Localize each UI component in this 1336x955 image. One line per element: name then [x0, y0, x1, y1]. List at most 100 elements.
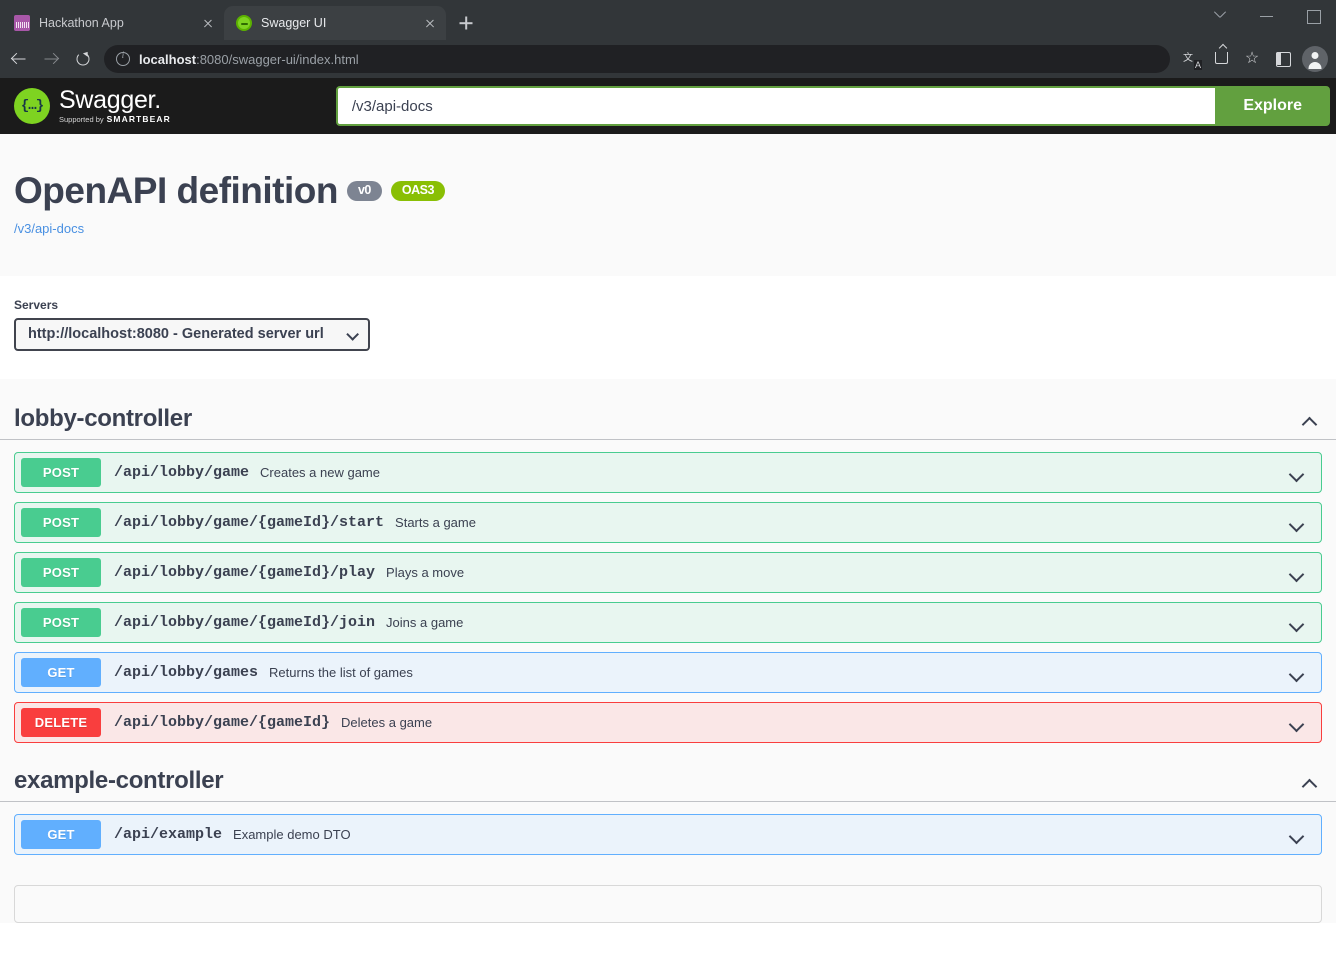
operation-row[interactable]: POST /api/lobby/game Creates a new game — [14, 452, 1322, 493]
operation-path: /api/lobby/game/{gameId}/play — [114, 564, 376, 581]
servers-label: Servers — [14, 298, 59, 312]
swagger-wordmark-dot: . — [154, 86, 161, 115]
operation-row-partial[interactable] — [14, 885, 1322, 923]
method-badge: DELETE — [21, 708, 101, 737]
reload-button[interactable] — [68, 44, 98, 74]
operation-path: /api/lobby/game/{gameId}/join — [114, 614, 376, 631]
operation-path: /api/lobby/game/{gameId} — [114, 714, 331, 731]
close-icon[interactable] — [421, 15, 438, 32]
browser-tabstrip: Hackathon App Swagger UI — [0, 0, 1336, 40]
chevron-down-icon[interactable] — [1289, 517, 1309, 529]
operation-summary: Returns the list of games — [269, 665, 413, 680]
supported-by-label: Supported by — [59, 114, 104, 124]
window-controls — [1198, 0, 1336, 32]
hackathon-favicon — [14, 15, 30, 31]
swagger-favicon — [236, 15, 252, 31]
chevron-down-icon[interactable] — [1198, 0, 1244, 32]
operation-row[interactable]: GET /api/example Example demo DTO — [14, 814, 1322, 855]
close-icon[interactable] — [199, 15, 216, 32]
operation-path: /api/lobby/game — [114, 464, 250, 481]
swagger-supported-by: Supported by SMARTBEAR — [59, 115, 171, 124]
new-tab-button[interactable] — [452, 9, 480, 37]
chevron-down-icon[interactable] — [1289, 717, 1309, 729]
profile-avatar[interactable] — [1302, 46, 1328, 72]
operation-list-partial — [0, 885, 1336, 923]
share-button[interactable] — [1208, 45, 1236, 73]
url-path: :8080/swagger-ui/index.html — [196, 51, 359, 67]
operation-list-lobby-controller: POST /api/lobby/game Creates a new game … — [0, 452, 1336, 743]
operation-row[interactable]: POST /api/lobby/game/{gameId}/join Joins… — [14, 602, 1322, 643]
swagger-explore-form: Explore — [335, 86, 1336, 126]
operation-row[interactable]: GET /api/lobby/games Returns the list of… — [14, 652, 1322, 693]
chevron-up-icon[interactable] — [1302, 413, 1322, 425]
section-header-lobby-controller[interactable]: lobby-controller — [0, 405, 1336, 440]
method-badge: GET — [21, 820, 101, 849]
oas-badge: OAS3 — [390, 181, 445, 201]
operation-path: /api/example — [114, 826, 223, 843]
address-bar-url: localhost:8080/swagger-ui/index.html — [139, 52, 359, 67]
operation-row[interactable]: POST /api/lobby/game/{gameId}/play Plays… — [14, 552, 1322, 593]
back-button[interactable] — [4, 44, 34, 74]
chevron-down-icon[interactable] — [1289, 617, 1309, 629]
arrow-left-icon — [12, 53, 26, 66]
method-badge: POST — [21, 508, 101, 537]
method-badge: POST — [21, 608, 101, 637]
section-header-example-controller[interactable]: example-controller — [0, 767, 1336, 802]
reload-icon — [76, 52, 90, 66]
operation-path: /api/lobby/games — [114, 664, 259, 681]
browser-chrome: Hackathon App Swagger UI localhost:8080/… — [0, 0, 1336, 78]
chevron-up-icon[interactable] — [1302, 775, 1322, 787]
info-icon[interactable] — [116, 51, 130, 66]
version-badge: v0 — [346, 181, 382, 201]
maximize-icon[interactable] — [1290, 0, 1336, 32]
operation-row[interactable]: DELETE /api/lobby/game/{gameId} Deletes … — [14, 702, 1322, 743]
server-select[interactable]: http://localhost:8080 - Generated server… — [14, 318, 370, 351]
section-title: lobby-controller — [14, 405, 192, 432]
swagger-logo-icon: {…} — [14, 88, 50, 124]
operation-list-example-controller: GET /api/example Example demo DTO — [0, 814, 1336, 855]
servers-band: Servers http://localhost:8080 - Generate… — [0, 276, 1336, 379]
server-select-wrapper: http://localhost:8080 - Generated server… — [14, 318, 370, 351]
browser-toolbar-icons: ☆ — [1178, 45, 1328, 73]
api-docs-link[interactable]: /v3/api-docs — [14, 221, 84, 236]
translate-icon[interactable] — [1178, 45, 1206, 73]
tab-title: Swagger UI — [261, 16, 327, 30]
chevron-down-icon[interactable] — [1289, 829, 1309, 841]
tab-title: Hackathon App — [39, 16, 124, 30]
chevron-down-icon[interactable] — [1289, 567, 1309, 579]
operation-path: /api/lobby/game/{gameId}/start — [114, 514, 385, 531]
api-info-band: OpenAPI definition v0 OAS3 /v3/api-docs — [0, 134, 1336, 276]
swagger-wordmark: Swagger. — [59, 88, 171, 113]
bookmark-button[interactable]: ☆ — [1238, 45, 1266, 73]
operation-summary: Plays a move — [386, 565, 465, 580]
operation-summary: Creates a new game — [260, 465, 380, 480]
address-bar[interactable]: localhost:8080/swagger-ui/index.html — [104, 45, 1170, 73]
method-badge: POST — [21, 558, 101, 587]
operation-row[interactable]: POST /api/lobby/game/{gameId}/start Star… — [14, 502, 1322, 543]
browser-tab-hackathon-app[interactable]: Hackathon App — [2, 6, 224, 40]
browser-navbar: localhost:8080/swagger-ui/index.html ☆ — [0, 40, 1336, 78]
page-title: OpenAPI definition v0 OAS3 — [14, 170, 1322, 212]
url-host: localhost — [139, 51, 197, 67]
swagger-logo[interactable]: {…} Swagger. Supported by SMARTBEAR — [14, 88, 171, 124]
arrow-right-icon — [44, 53, 58, 66]
operation-summary: Deletes a game — [341, 715, 433, 730]
api-title-text: OpenAPI definition — [14, 170, 338, 211]
forward-button[interactable] — [36, 44, 66, 74]
operation-summary: Example demo DTO — [233, 827, 351, 842]
explore-button[interactable]: Explore — [1215, 86, 1330, 126]
chevron-down-icon[interactable] — [1289, 467, 1309, 479]
bookmark-star-icon: ☆ — [1244, 50, 1260, 67]
swagger-wordmark-label: Swagger — [59, 86, 155, 115]
chevron-down-icon[interactable] — [1289, 667, 1309, 679]
side-panel-icon[interactable] — [1268, 45, 1296, 73]
swagger-logo-text: Swagger. Supported by SMARTBEAR — [59, 88, 171, 124]
minimize-icon[interactable] — [1244, 0, 1290, 32]
browser-tab-swagger-ui[interactable]: Swagger UI — [224, 6, 446, 40]
api-url-input[interactable] — [335, 86, 1216, 126]
operations-band: lobby-controller POST /api/lobby/game Cr… — [0, 379, 1336, 923]
operation-summary: Starts a game — [395, 515, 476, 530]
method-badge: GET — [21, 658, 101, 687]
swagger-ui-body: OpenAPI definition v0 OAS3 /v3/api-docs … — [0, 134, 1336, 923]
share-icon — [1215, 52, 1228, 64]
